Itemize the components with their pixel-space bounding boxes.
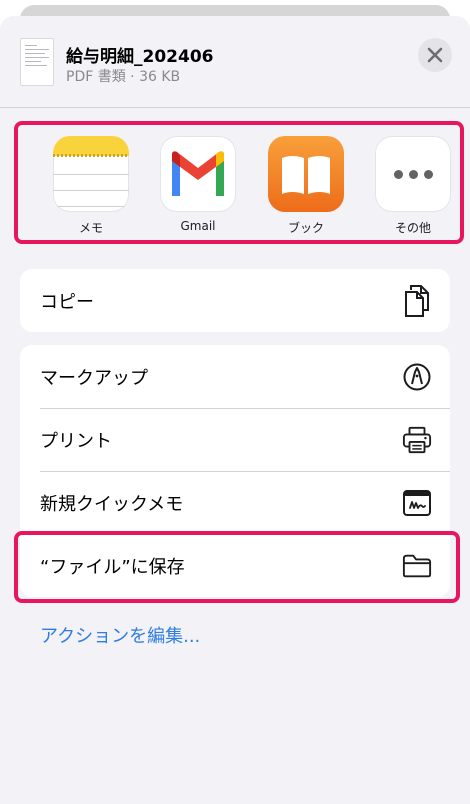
copy-label: コピー [40, 291, 94, 313]
markup-action[interactable]: マークアップ [20, 345, 450, 408]
header-divider [0, 107, 470, 108]
document-subtitle: PDF 書類 · 36 KB [66, 69, 181, 85]
quick-note-label: 新規クイックメモ [40, 493, 184, 515]
save-highlight-box [14, 531, 460, 603]
printer-icon [402, 425, 432, 455]
print-label: プリント [40, 430, 112, 452]
copy-icon [402, 284, 432, 317]
quick-note-icon [402, 488, 432, 518]
copy-group: コピー [20, 269, 450, 332]
copy-action[interactable]: コピー [20, 269, 450, 332]
quick-note-action[interactable]: 新規クイックメモ [20, 471, 450, 534]
close-icon [427, 47, 443, 63]
document-thumbnail [20, 38, 54, 86]
markup-label: マークアップ [40, 367, 148, 389]
document-title: 給与明細_202406 [66, 47, 214, 67]
apps-highlight-box [14, 121, 464, 244]
share-sheet-header: 給与明細_202406 PDF 書類 · 36 KB [0, 16, 470, 108]
print-action[interactable]: プリント [20, 408, 450, 471]
edit-actions-link[interactable]: アクションを編集... [40, 622, 200, 648]
close-button[interactable] [418, 38, 452, 72]
markup-pen-icon [402, 362, 432, 392]
